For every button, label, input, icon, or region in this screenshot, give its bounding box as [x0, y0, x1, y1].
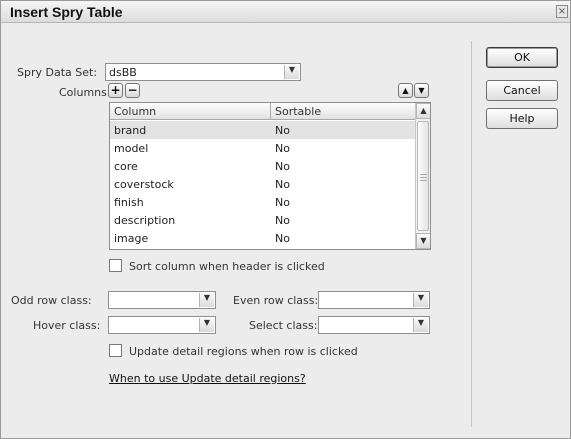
- sortable-header[interactable]: Sortable: [275, 105, 321, 118]
- columns-label: Columns:: [59, 86, 111, 99]
- column-cell: finish: [114, 196, 144, 209]
- sortable-cell: No: [275, 142, 290, 155]
- sortable-cell: No: [275, 232, 290, 245]
- ok-button[interactable]: OK: [486, 47, 558, 68]
- grip-line: [420, 177, 427, 178]
- grip-line: [420, 180, 427, 181]
- triangle-up-icon: ▲: [402, 86, 409, 95]
- even-row-class-select[interactable]: ▼: [318, 291, 430, 309]
- table-row[interactable]: core No: [110, 157, 415, 175]
- column-cell: model: [114, 142, 149, 155]
- add-column-button[interactable]: +: [108, 83, 123, 98]
- column-cell: coverstock: [114, 178, 174, 191]
- chevron-down-icon[interactable]: ▼: [199, 293, 214, 307]
- chevron-down-icon[interactable]: ▼: [199, 318, 214, 332]
- title-bar: Insert Spry Table ×: [1, 1, 570, 23]
- chevron-down-icon[interactable]: ▼: [413, 318, 428, 332]
- dialog-title: Insert Spry Table: [10, 4, 123, 20]
- remove-column-button[interactable]: −: [125, 83, 140, 98]
- grip-line: [420, 174, 427, 175]
- spry-data-set-label: Spry Data Set:: [17, 66, 98, 79]
- table-row[interactable]: finish No: [110, 193, 415, 211]
- column-cell: image: [114, 232, 149, 245]
- hover-class-label: Hover class:: [33, 319, 101, 332]
- column-cell: description: [114, 214, 176, 227]
- minus-icon: −: [127, 83, 138, 97]
- insert-spry-table-dialog: Insert Spry Table × Spry Data Set: dsBB …: [0, 0, 571, 439]
- table-row[interactable]: brand No: [110, 121, 415, 139]
- sort-on-header-click-label: Sort column when header is clicked: [129, 260, 325, 273]
- select-class-label: Select class:: [249, 319, 318, 332]
- sortable-cell: No: [275, 178, 290, 191]
- plus-icon: +: [110, 83, 121, 97]
- column-header[interactable]: Column: [114, 105, 156, 118]
- table-row[interactable]: image No: [110, 229, 415, 247]
- scroll-up-button[interactable]: ▲: [416, 103, 430, 119]
- table-scrollbar[interactable]: ▲ ▼: [415, 103, 430, 249]
- sortable-cell: No: [275, 160, 290, 173]
- header-divider: [270, 103, 271, 120]
- hover-class-select[interactable]: ▼: [108, 316, 216, 334]
- chevron-down-icon[interactable]: ▼: [413, 293, 428, 307]
- update-detail-regions-help-link[interactable]: When to use Update detail regions?: [109, 372, 306, 385]
- button-divider: [471, 41, 472, 427]
- sortable-cell: No: [275, 124, 290, 137]
- column-cell: core: [114, 160, 138, 173]
- sortable-cell: No: [275, 196, 290, 209]
- select-class-select[interactable]: ▼: [318, 316, 430, 334]
- spry-data-set-value: dsBB: [109, 66, 137, 79]
- spry-data-set-select[interactable]: dsBB ▼: [105, 63, 301, 81]
- sort-on-header-click-checkbox[interactable]: [109, 259, 122, 272]
- help-button[interactable]: Help: [486, 108, 558, 129]
- move-up-button[interactable]: ▲: [398, 83, 413, 98]
- cancel-button[interactable]: Cancel: [486, 80, 558, 101]
- table-header: Column Sortable: [110, 103, 415, 120]
- chevron-down-icon[interactable]: ▼: [284, 65, 299, 79]
- odd-row-class-label: Odd row class:: [11, 294, 92, 307]
- chevron-up-icon: ▲: [420, 106, 427, 115]
- column-cell: brand: [114, 124, 147, 137]
- chevron-down-icon: ▼: [420, 236, 427, 245]
- move-down-button[interactable]: ▼: [414, 83, 429, 98]
- even-row-class-label: Even row class:: [233, 294, 319, 307]
- table-body: brand No model No core No coverstock No …: [110, 121, 415, 247]
- table-row[interactable]: model No: [110, 139, 415, 157]
- columns-table: Column Sortable brand No model No core N…: [109, 102, 431, 250]
- scroll-down-button[interactable]: ▼: [416, 233, 430, 249]
- table-row[interactable]: coverstock No: [110, 175, 415, 193]
- odd-row-class-select[interactable]: ▼: [108, 291, 216, 309]
- sortable-cell: No: [275, 214, 290, 227]
- update-detail-regions-checkbox[interactable]: [109, 344, 122, 357]
- table-row[interactable]: description No: [110, 211, 415, 229]
- close-icon[interactable]: ×: [556, 5, 568, 18]
- scroll-thumb[interactable]: [417, 121, 429, 231]
- triangle-down-icon: ▼: [418, 86, 425, 95]
- update-detail-regions-label: Update detail regions when row is clicke…: [129, 345, 358, 358]
